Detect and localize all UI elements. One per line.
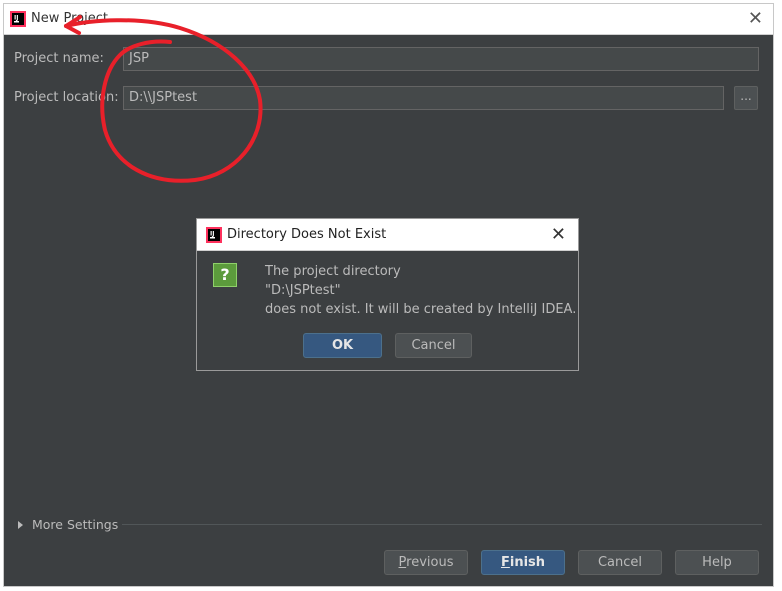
ok-button[interactable]: OK <box>303 333 382 358</box>
more-settings-label: More Settings <box>32 517 119 532</box>
directory-not-exist-dialog: IJ Directory Does Not Exist ✕ ? The proj… <box>196 218 579 371</box>
project-name-input[interactable]: JSP <box>123 47 759 71</box>
cancel-button[interactable]: Cancel <box>578 550 662 575</box>
finish-button[interactable]: Finish <box>481 550 565 575</box>
window-titlebar: IJ New Project ✕ <box>4 4 773 35</box>
intellij-logo-icon: IJ <box>206 227 222 243</box>
dialog-message-line2: "D:\JSPtest" <box>265 283 341 298</box>
intellij-logo-icon: IJ <box>10 11 26 27</box>
svg-text:IJ: IJ <box>210 231 214 238</box>
dialog-message-line1: The project directory <box>265 264 401 279</box>
question-icon: ? <box>213 263 237 287</box>
project-location-input[interactable]: D:\\JSPtest <box>123 86 724 110</box>
triangle-right-icon <box>18 520 23 529</box>
svg-text:IJ: IJ <box>14 15 18 22</box>
window-title: New Project <box>31 11 108 26</box>
more-settings-toggle[interactable]: More Settings <box>18 517 118 532</box>
dialog-title: Directory Does Not Exist <box>227 227 387 242</box>
divider <box>122 524 762 525</box>
close-icon[interactable]: ✕ <box>551 224 566 245</box>
project-name-label: Project name: <box>14 51 104 66</box>
previous-button[interactable]: Previous <box>384 550 468 575</box>
browse-button[interactable]: ... <box>734 86 758 110</box>
dialog-cancel-button[interactable]: Cancel <box>395 333 472 358</box>
project-location-label: Project location: <box>14 90 119 105</box>
dialog-message-line3: does not exist. It will be created by In… <box>265 302 577 317</box>
help-button[interactable]: Help <box>675 550 759 575</box>
dialog-titlebar: IJ Directory Does Not Exist ✕ <box>197 219 578 251</box>
close-icon[interactable]: ✕ <box>748 8 763 29</box>
